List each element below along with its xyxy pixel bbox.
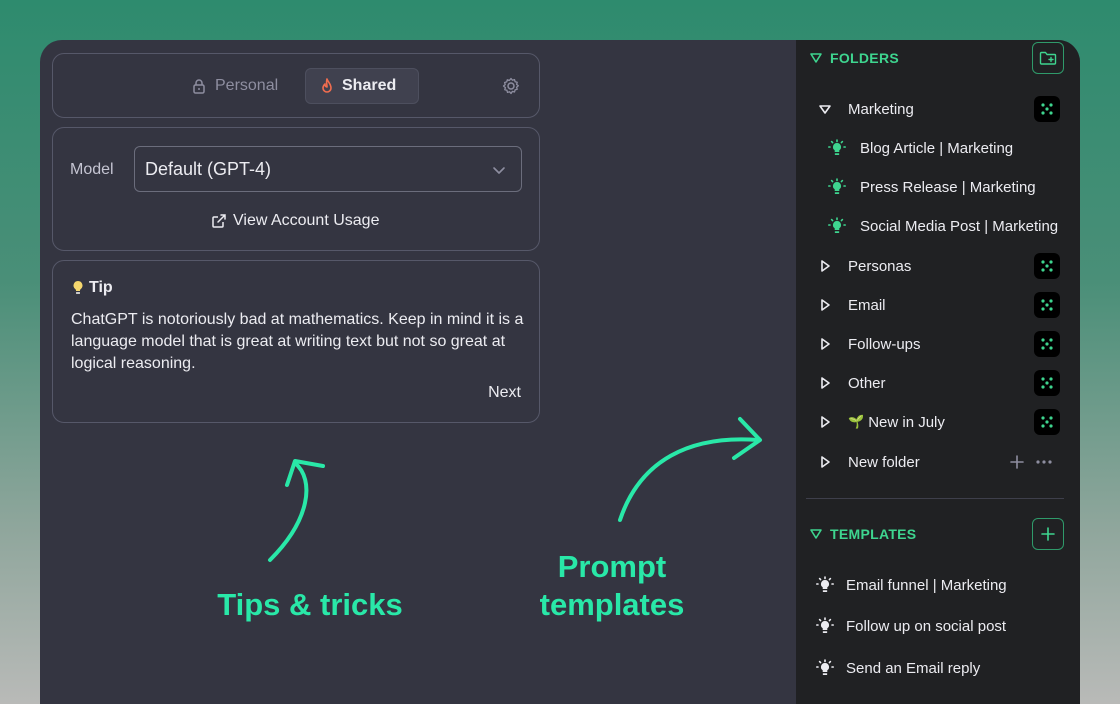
- prompt-annotation-line1: Prompt: [557, 549, 667, 584]
- caret-right-icon: [821, 260, 830, 272]
- sidebar-divider: [806, 498, 1064, 499]
- lightbulb-icon: [816, 617, 834, 633]
- lightbulb-icon: [828, 178, 846, 194]
- add-folder-button[interactable]: [1032, 42, 1064, 74]
- lightbulb-icon: [828, 139, 846, 155]
- triangle-down-icon: [810, 53, 822, 63]
- folder-row-email[interactable]: Email: [796, 287, 1080, 323]
- add-template-button[interactable]: [1032, 518, 1064, 550]
- folder-row-other[interactable]: Other: [796, 365, 1080, 401]
- folder-name: New folder: [848, 453, 920, 471]
- dots-badge-icon[interactable]: [1034, 96, 1060, 122]
- template-row-email-funnel[interactable]: Email funnel | Marketing: [796, 567, 1080, 603]
- folder-row-new-folder[interactable]: New folder: [796, 444, 1080, 480]
- folder-row-marketing[interactable]: Marketing: [796, 91, 1080, 127]
- templates-title: TEMPLATES: [830, 526, 917, 542]
- sidebar: FOLDERS Marketing Blog Article | Marketi…: [796, 40, 1080, 704]
- triangle-down-icon: [810, 529, 822, 539]
- templates-header[interactable]: TEMPLATES: [810, 526, 916, 542]
- lightbulb-icon: [828, 217, 846, 233]
- folder-name: Email: [848, 296, 886, 314]
- caret-right-icon: [821, 456, 830, 468]
- caret-down-icon: [819, 105, 831, 114]
- main-panel: Personal Shared Model Default (GPT-4) Vi…: [40, 40, 796, 704]
- dots-badge-icon[interactable]: [1034, 370, 1060, 396]
- folder-name: Other: [848, 374, 886, 392]
- template-name: Follow up on social post: [846, 617, 1007, 635]
- folder-name: Marketing: [848, 100, 914, 118]
- template-name: Email funnel | Marketing: [846, 576, 1007, 594]
- prompt-annotation: Prompt templates: [522, 548, 702, 624]
- dots-badge-icon[interactable]: [1034, 292, 1060, 318]
- prompt-annotation-line2: templates: [539, 587, 685, 622]
- folder-name: Personas: [848, 257, 912, 275]
- folder-name: Follow-ups: [848, 335, 921, 353]
- caret-right-icon: [821, 377, 830, 389]
- dots-badge-icon[interactable]: [1034, 253, 1060, 279]
- seedling-icon: 🌱: [848, 414, 865, 429]
- folder-row-follow-ups[interactable]: Follow-ups: [796, 326, 1080, 362]
- dots-badge-icon[interactable]: [1034, 409, 1060, 435]
- prompt-row-social-media-post[interactable]: Social Media Post | Marketing: [796, 208, 1080, 244]
- folders-header[interactable]: FOLDERS: [810, 50, 899, 66]
- caret-right-icon: [821, 299, 830, 311]
- template-name: Send an Email reply: [846, 659, 981, 677]
- folder-row-new-in-july[interactable]: 🌱 New in July: [796, 404, 1080, 440]
- plus-icon: [1041, 527, 1055, 541]
- folder-plus-icon: [1039, 51, 1057, 65]
- prompt-name: Blog Article | Marketing: [860, 139, 1014, 157]
- caret-right-icon: [821, 416, 830, 428]
- folders-title: FOLDERS: [830, 50, 899, 66]
- folder-row-personas[interactable]: Personas: [796, 248, 1080, 284]
- folder-name: New in July: [868, 413, 945, 431]
- template-row-send-email-reply[interactable]: Send an Email reply: [796, 650, 1080, 686]
- prompt-name: Press Release | Marketing: [860, 178, 1036, 196]
- prompt-name: Social Media Post | Marketing: [860, 217, 1059, 235]
- prompt-row-press-release[interactable]: Press Release | Marketing: [796, 169, 1080, 205]
- dots-badge-icon[interactable]: [1034, 331, 1060, 357]
- lightbulb-icon: [816, 576, 834, 592]
- lightbulb-icon: [816, 659, 834, 675]
- template-row-follow-up[interactable]: Follow up on social post: [796, 608, 1080, 644]
- folder-actions: [1010, 455, 1052, 469]
- plus-icon[interactable]: [1010, 455, 1024, 469]
- tips-annotation: Tips & tricks: [217, 587, 403, 622]
- prompt-row-blog-article[interactable]: Blog Article | Marketing: [796, 130, 1080, 166]
- more-icon[interactable]: [1036, 460, 1052, 464]
- caret-right-icon: [821, 338, 830, 350]
- app-window: Personal Shared Model Default (GPT-4) Vi…: [40, 40, 1080, 704]
